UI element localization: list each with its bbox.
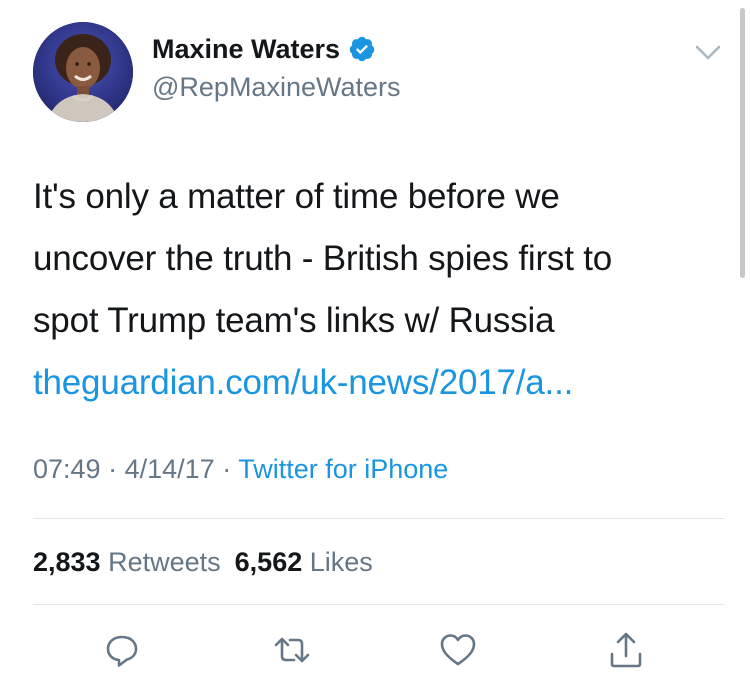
avatar[interactable]: [33, 22, 133, 122]
share-icon: [610, 632, 642, 668]
author-handle[interactable]: @RepMaxineWaters: [152, 70, 400, 104]
tweet-text-line: It's only a matter of time before we: [33, 177, 560, 216]
likes-count: 6,562: [234, 547, 303, 577]
tweet-detail: Maxine Waters @RepMaxineWaters It's only…: [0, 0, 750, 700]
tweet-time: 07:49: [33, 454, 101, 484]
reply-button[interactable]: [100, 628, 144, 672]
heart-icon: [440, 634, 476, 666]
meta-separator: ·: [108, 454, 118, 484]
meta-separator: ·: [222, 454, 232, 484]
divider: [33, 518, 725, 519]
retweets-count: 2,833: [33, 547, 101, 577]
retweets-stat[interactable]: 2,833 Retweets: [33, 547, 221, 577]
tweet-text: It's only a matter of time before we unc…: [33, 166, 723, 414]
author-name-row[interactable]: Maxine Waters: [152, 32, 376, 66]
scrollbar[interactable]: [740, 8, 745, 278]
retweet-button[interactable]: [270, 628, 314, 672]
display-name[interactable]: Maxine Waters: [152, 32, 340, 66]
tweet-text-line: spot Trump team's links w/ Russia: [33, 301, 555, 340]
chevron-down-icon[interactable]: [694, 44, 722, 62]
likes-stat[interactable]: 6,562 Likes: [235, 547, 373, 577]
share-button[interactable]: [604, 628, 648, 672]
retweets-label: Retweets: [108, 547, 221, 577]
verified-badge-icon: [349, 36, 375, 62]
tweet-date: 4/14/17: [124, 454, 215, 484]
tweet-source[interactable]: Twitter for iPhone: [238, 454, 448, 484]
like-button[interactable]: [436, 628, 480, 672]
reply-icon: [106, 635, 138, 667]
tweet-link[interactable]: theguardian.com/uk-news/2017/a...: [33, 352, 723, 414]
likes-label: Likes: [309, 547, 373, 577]
retweet-icon: [274, 637, 310, 663]
divider: [33, 604, 725, 605]
tweet-stats: 2,833 Retweets 6,562 Likes: [33, 545, 373, 579]
tweet-text-line: uncover the truth - British spies first …: [33, 239, 613, 278]
tweet-meta: 07:49 · 4/14/17 · Twitter for iPhone: [33, 452, 448, 486]
action-bar: [0, 628, 750, 672]
